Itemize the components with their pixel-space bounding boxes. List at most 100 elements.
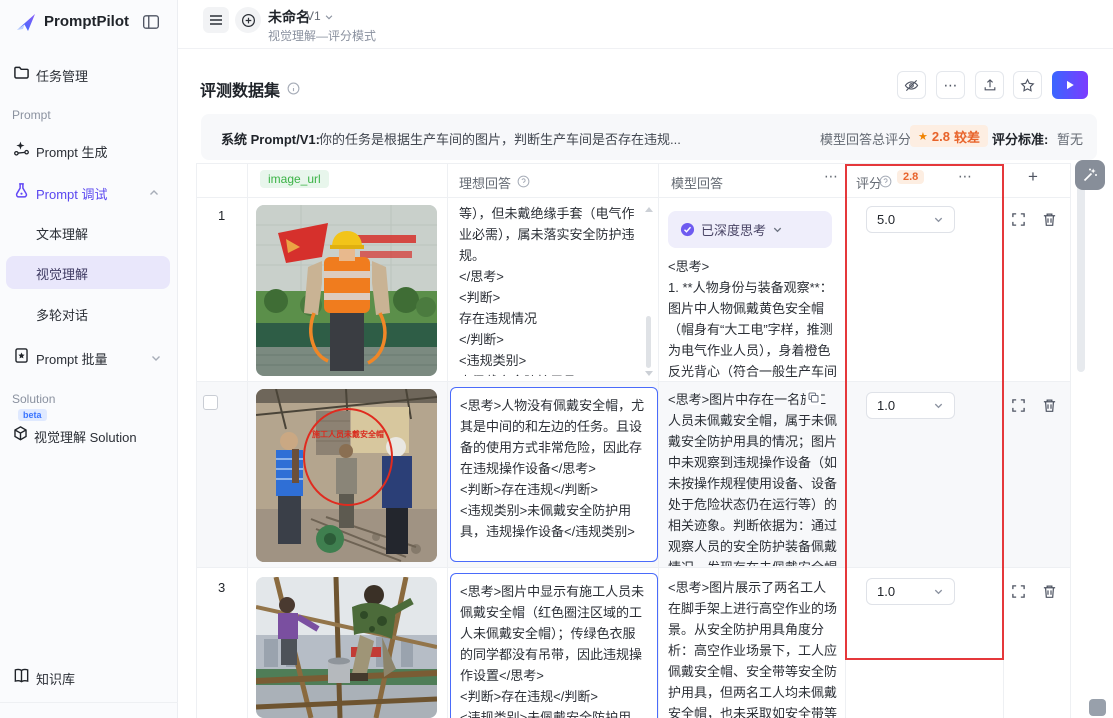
task-subtitle: 视觉理解—评分模式 (268, 27, 376, 44)
app-logo-text: PromptPilot (44, 13, 129, 30)
delete-row-button[interactable] (1042, 584, 1057, 599)
score-dropdown[interactable]: 1.0 (866, 578, 955, 605)
check-circle-icon (680, 222, 695, 237)
model-answer-cell: <思考>图片展示了两名工人在脚手架上进行高空作业的场景。从安全防护用具角度分析：… (668, 577, 838, 718)
table-top-border (196, 163, 1070, 164)
magic-wand-icon (1082, 167, 1098, 183)
copy-icon[interactable] (806, 390, 821, 405)
sidebar-item-knowledge-base[interactable]: 知识库 (36, 669, 75, 688)
col-border-5 (1003, 163, 1004, 718)
row1-image-thumbnail[interactable] (256, 205, 437, 376)
vertical-scrollbar[interactable] (1077, 170, 1085, 372)
sidebar-item-multi-turn[interactable]: 多轮对话 (36, 305, 88, 324)
row3-image-thumbnail[interactable] (256, 577, 437, 718)
magic-wand-button[interactable] (1075, 160, 1105, 190)
document-star-icon (13, 347, 30, 364)
expand-row-button[interactable] (1011, 584, 1026, 599)
col-border-2 (447, 163, 448, 718)
delete-row-button[interactable] (1042, 212, 1057, 227)
col-border-left (196, 163, 197, 718)
score-dropdown[interactable]: 1.0 (866, 392, 955, 419)
favorite-button[interactable] (1013, 71, 1042, 99)
row-checkbox[interactable] (203, 395, 218, 410)
sidebar-divider (0, 702, 178, 703)
sidebar-item-vision-understanding[interactable]: 视觉理解 (6, 256, 170, 289)
add-column-button[interactable]: + (1028, 167, 1038, 187)
scroll-corner-handle[interactable] (1089, 699, 1106, 716)
row2-image-thumbnail[interactable]: 施工人员未戴安全帽 (256, 389, 437, 562)
cell-scroll-down-icon[interactable] (645, 371, 653, 376)
menu-button[interactable] (203, 7, 229, 33)
dropdown-chevron-icon (933, 400, 944, 411)
sidebar-item-prompt-batch[interactable]: Prompt 批量 (36, 349, 108, 368)
column-header-image-url[interactable]: image_url (260, 170, 329, 188)
col-border-3 (658, 163, 659, 718)
ideal-answer-cell[interactable]: 等），但未戴绝缘手套（电气作业必需），属未落实安全防护违规。 </思考> <判断… (459, 203, 643, 376)
task-title: 未命名 (268, 7, 310, 27)
version-label: V1 (306, 9, 321, 23)
sidebar-item-prompt-debug[interactable]: Prompt 调试 (36, 184, 108, 203)
page-title-info-icon (287, 82, 300, 95)
row-index: 1 (218, 208, 225, 223)
sidebar-item-text-understanding[interactable]: 文本理解 (36, 224, 88, 243)
score-dropdown[interactable]: 5.0 (866, 206, 955, 233)
sidebar-section-solution: Solution (12, 392, 55, 406)
version-selector[interactable]: V1 (306, 9, 321, 23)
ideal-answer-editor[interactable]: <思考>图片中显示有施工人员未佩戴安全帽（红色圈注区域的工人未佩戴安全帽）；传绿… (450, 573, 658, 718)
ideal-help-icon[interactable] (517, 175, 530, 188)
dropdown-chevron-icon (933, 586, 944, 597)
cell-scroll-up-icon[interactable] (645, 207, 653, 212)
table-header-border (196, 197, 1070, 198)
score-average-badge: 2.8 (897, 170, 924, 184)
expand-row-button[interactable] (1011, 212, 1026, 227)
cube-icon (12, 425, 29, 442)
version-chevron-down-icon[interactable] (324, 12, 334, 22)
total-score-label: 模型回答总评分 (820, 129, 911, 148)
col-border-4 (845, 163, 846, 718)
more-actions-button[interactable]: ⋯ (936, 71, 965, 99)
export-button[interactable] (975, 71, 1004, 99)
column-header-ideal[interactable]: 理想回答 (459, 173, 511, 192)
add-task-button[interactable] (235, 7, 261, 33)
sidebar: PromptPilot 任务管理 Prompt Prompt 生成 Prompt… (0, 0, 178, 718)
system-prompt-banner[interactable]: 系统 Prompt/V1: 你的任务是根据生产车间的图片，判断生产车间是否存在违… (201, 114, 1097, 160)
score-value: 1.0 (877, 398, 895, 413)
prompt-generate-icon (13, 140, 30, 157)
score-column-menu[interactable]: ⋯ (958, 168, 972, 185)
sidebar-item-prompt-generate[interactable]: Prompt 生成 (36, 142, 108, 161)
beta-badge: beta (18, 409, 47, 421)
system-prompt-text: 你的任务是根据生产车间的图片，判断生产车间是否存在违规... (319, 129, 799, 148)
criteria-value: 暂无 (1057, 129, 1083, 148)
total-score-level: 较差 (954, 127, 980, 146)
sidebar-collapse-icon[interactable] (142, 13, 160, 31)
ideal-answer-text: <思考>人物没有佩戴安全帽，尤其是中间的和左边的任务。且设备的使用方式非常危险，… (460, 395, 648, 554)
score-help-icon[interactable] (879, 175, 892, 188)
run-button[interactable] (1052, 71, 1088, 99)
deep-think-pill[interactable]: 已深度思考 (668, 211, 832, 248)
row-index: 3 (218, 580, 225, 595)
model-column-menu[interactable]: ⋯ (824, 168, 838, 185)
hide-column-button[interactable] (897, 71, 926, 99)
model-answer-cell: <思考>图片中存在一名施工人员未佩戴安全帽，属于未佩戴安全防护用具的情况；图片中… (668, 389, 838, 566)
total-score-badge: ★ 2.8 较差 (910, 125, 988, 147)
expand-row-button[interactable] (1011, 398, 1026, 413)
ideal-answer-editor[interactable]: <思考>人物没有佩戴安全帽，尤其是中间的和左边的任务。且设备的使用方式非常危险，… (450, 387, 658, 562)
column-header-model[interactable]: 模型回答 (671, 173, 723, 192)
chevron-down-icon[interactable] (150, 352, 162, 364)
score-value: 5.0 (877, 212, 895, 227)
ideal-answer-text: <思考>图片中显示有施工人员未佩戴安全帽（红色圈注区域的工人未佩戴安全帽）；传绿… (460, 581, 648, 718)
star-icon: ★ (918, 130, 928, 143)
chevron-up-icon[interactable] (148, 187, 160, 199)
delete-row-button[interactable] (1042, 398, 1057, 413)
cell-scrollbar-thumb[interactable] (646, 316, 651, 368)
sidebar-item-task-management[interactable]: 任务管理 (36, 66, 88, 85)
sidebar-item-vision-solution[interactable]: 视觉理解 Solution (34, 427, 137, 446)
col-border-1 (247, 163, 248, 718)
row-divider-2 (196, 567, 1070, 568)
row-divider-1 (196, 381, 1070, 382)
total-score-value: 2.8 (932, 129, 950, 144)
folder-icon (13, 64, 30, 81)
books-icon (13, 667, 30, 684)
model-answer-cell: <思考> 1. **人物身份与装备观察**：图片中人物佩戴黄色安全帽（帽身有“大… (668, 256, 840, 380)
image2-annotation-text: 施工人员未戴安全帽 (312, 429, 384, 439)
